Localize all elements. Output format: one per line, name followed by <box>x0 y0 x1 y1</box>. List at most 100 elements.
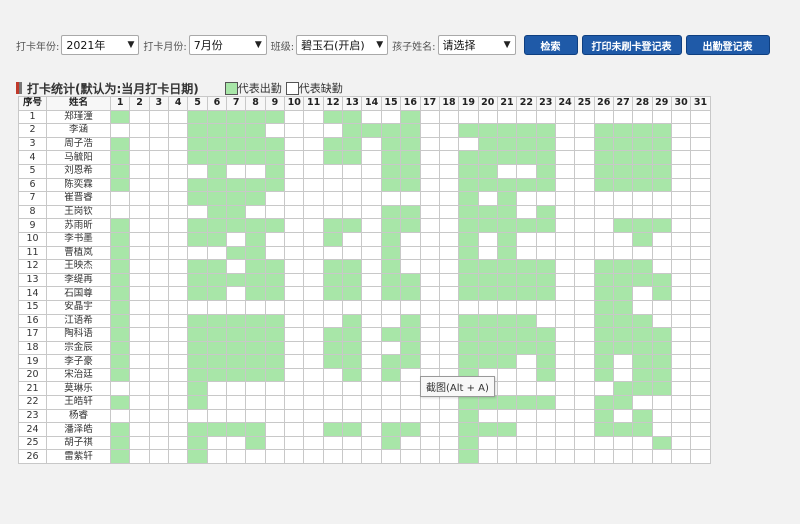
attendance-cell-absent <box>284 109 305 125</box>
search-button[interactable]: 检索 <box>523 35 578 55</box>
attendance-cell-absent <box>419 408 440 424</box>
attendance-cell-present <box>458 327 479 342</box>
attendance-cell-absent <box>438 204 460 220</box>
attendance-cell-absent <box>129 354 150 369</box>
section-marker-icon <box>16 82 22 94</box>
attendance-cell-present <box>651 272 672 288</box>
attendance-cell-absent <box>148 381 170 397</box>
attendance-cell-present <box>206 422 228 437</box>
attendance-cell-absent <box>342 204 363 220</box>
attendance-cell-absent <box>554 340 576 356</box>
attendance-cell-absent <box>109 204 131 220</box>
header-day: 2 <box>129 96 150 111</box>
attendance-cell-present <box>264 272 286 288</box>
attendance-cell-present <box>400 286 421 301</box>
attendance-cell-present <box>458 286 479 301</box>
attendance-cell-present <box>342 123 363 138</box>
attendance-cell-present <box>593 327 614 342</box>
attendance-cell-absent <box>303 163 324 179</box>
attendance-cell-absent <box>554 259 576 274</box>
attendance-cell-present <box>206 163 228 179</box>
row-name: 陶科语 <box>46 327 111 342</box>
attendance-cell-absent <box>187 204 208 220</box>
attendance-cell-present <box>264 150 286 165</box>
month-select[interactable]: 7月份 ▼ <box>188 35 267 55</box>
attendance-cell-present <box>400 163 421 179</box>
attendance-cell-present <box>458 435 479 451</box>
attendance-cell-present <box>187 150 208 165</box>
attendance-cell-absent <box>148 150 170 165</box>
attendance-cell-present <box>187 381 208 397</box>
attendance-cell-absent <box>245 381 266 397</box>
row-seq: 25 <box>18 435 47 451</box>
attendance-cell-absent <box>148 272 170 288</box>
class-select[interactable]: 碧玉石(开启) ▼ <box>296 35 389 55</box>
attendance-cell-present <box>226 313 247 329</box>
attendance-cell-absent <box>574 272 595 288</box>
attendance-cell-present <box>322 136 344 152</box>
attendance-cell-absent <box>496 163 518 179</box>
attendance-cell-absent <box>148 408 170 424</box>
attendance-cell-present <box>593 340 614 356</box>
attendance-cell-present <box>226 177 247 193</box>
attendance-cell-absent <box>380 299 402 315</box>
attendance-cell-present <box>593 286 614 301</box>
attendance-cell-present <box>109 286 131 301</box>
attendance-cell-absent <box>206 449 228 465</box>
attendance-cell-absent <box>612 354 634 369</box>
attendance-cell-absent <box>187 408 208 424</box>
attendance-cell-present <box>458 313 479 329</box>
attendance-cell-absent <box>593 449 614 465</box>
attendance-cell-present <box>632 381 653 397</box>
attendance-cell-present <box>109 136 131 152</box>
attendance-cell-absent <box>148 231 170 247</box>
table-row: 17 陶科语 <box>18 327 711 342</box>
attendance-cell-absent <box>574 313 595 329</box>
attendance-cell-absent <box>380 449 402 465</box>
attendance-cell-present <box>496 123 518 138</box>
attendance-cell-present <box>458 245 479 261</box>
attendance-cell-present <box>187 395 208 410</box>
row-seq: 19 <box>18 354 47 369</box>
attendance-cell-absent <box>554 354 576 369</box>
attendance-cell-absent <box>303 109 324 125</box>
attendance-cell-present <box>593 272 614 288</box>
attendance-cell-absent <box>690 109 711 125</box>
print-unswiped-button[interactable]: 打印未刷卡登记表 <box>581 35 682 55</box>
child-select[interactable]: 请选择 ▼ <box>437 35 516 55</box>
attendance-cell-present <box>342 422 363 437</box>
attendance-cell-absent <box>670 286 692 301</box>
attendance-cell-present <box>612 150 634 165</box>
class-label: 班级: <box>270 41 295 53</box>
attendance-cell-absent <box>322 408 344 424</box>
year-select[interactable]: 2021年 ▼ <box>61 35 140 55</box>
attendance-cell-absent <box>129 163 150 179</box>
legend-absent-swatch <box>285 81 299 95</box>
attendance-cell-absent <box>690 408 711 424</box>
attendance-cell-absent <box>593 435 614 451</box>
attendance-cell-absent <box>129 109 150 125</box>
attendance-cell-absent <box>361 150 382 165</box>
attendance-cell-present <box>187 422 208 437</box>
row-name: 周子浩 <box>46 136 111 152</box>
attendance-cell-present <box>458 204 479 220</box>
attendance-cell-present <box>322 109 344 125</box>
attendance-cell-present <box>612 286 634 301</box>
attendance-cell-absent <box>690 177 711 193</box>
attendance-cell-absent <box>690 435 711 451</box>
attendance-register-button[interactable]: 出勤登记表 <box>685 35 770 55</box>
attendance-cell-present <box>342 286 363 301</box>
attendance-cell-present <box>612 299 634 315</box>
attendance-cell-present <box>496 286 518 301</box>
attendance-cell-present <box>516 272 537 288</box>
attendance-cell-present <box>342 327 363 342</box>
month-select-value: 7月份 <box>193 39 223 52</box>
attendance-cell-absent <box>400 299 421 315</box>
attendance-cell-absent <box>690 327 711 342</box>
attendance-cell-present <box>264 327 286 342</box>
attendance-cell-absent <box>226 408 247 424</box>
attendance-cell-absent <box>690 136 711 152</box>
attendance-cell-present <box>496 136 518 152</box>
attendance-cell-absent <box>284 340 305 356</box>
attendance-cell-present <box>400 150 421 165</box>
